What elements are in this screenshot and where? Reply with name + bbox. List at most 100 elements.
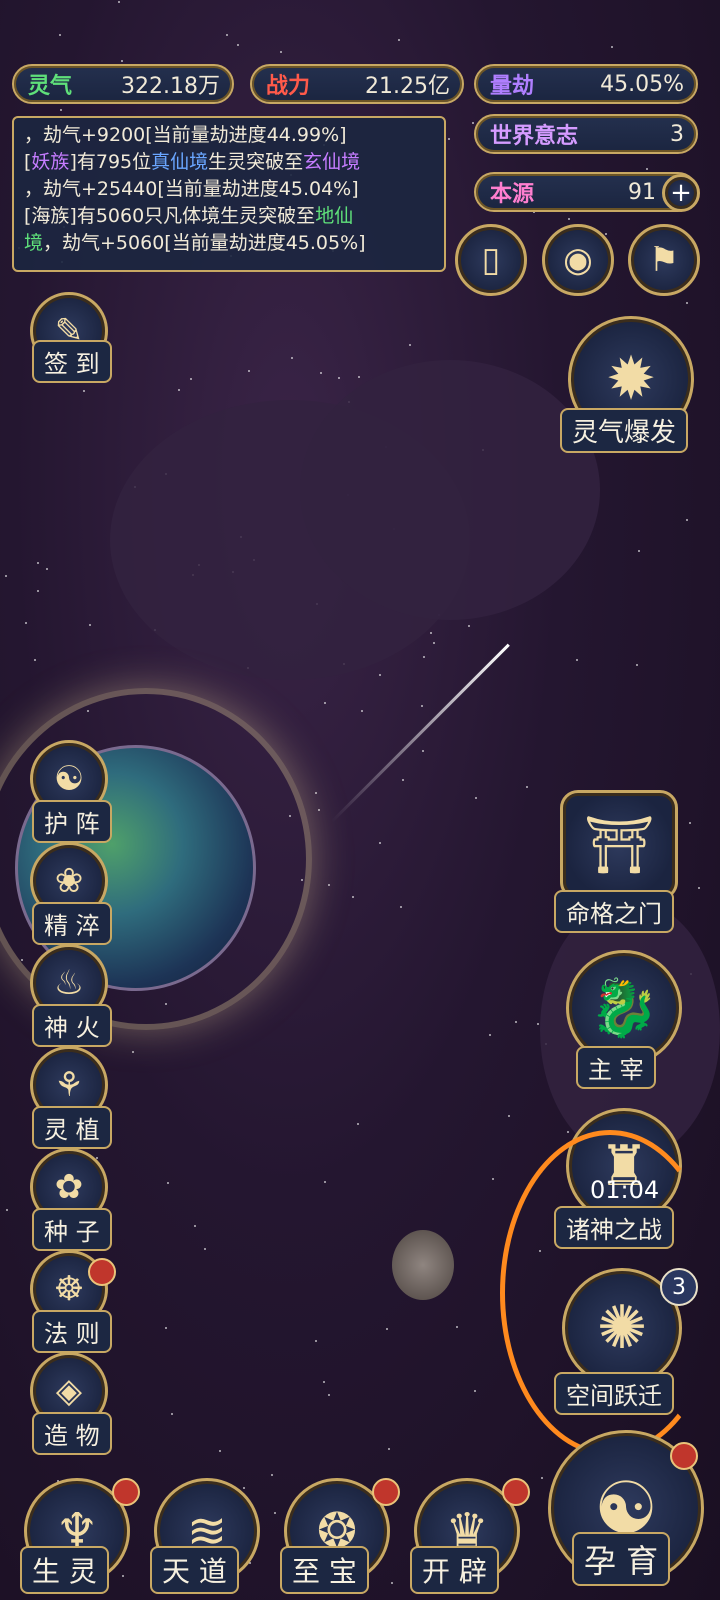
nav-tiandao-label[interactable]: 天 道 bbox=[150, 1546, 239, 1594]
dragon-icon: 🐉 bbox=[589, 976, 659, 1041]
star bbox=[178, 389, 181, 392]
star bbox=[507, 1114, 510, 1117]
star bbox=[319, 371, 322, 374]
flag-button[interactable]: ⚑ bbox=[628, 224, 700, 296]
star bbox=[337, 377, 340, 380]
star bbox=[357, 1123, 360, 1126]
star bbox=[36, 562, 39, 565]
yunyu-badge bbox=[670, 1442, 698, 1470]
star bbox=[171, 1412, 174, 1415]
star bbox=[290, 356, 293, 359]
sun-eye-button[interactable]: ◉ bbox=[542, 224, 614, 296]
star bbox=[165, 1327, 168, 1330]
shijie-label: 世界意志 bbox=[490, 124, 579, 149]
log-text: 生灵突破至 bbox=[208, 151, 304, 173]
plant-icon: ⚘ bbox=[53, 1065, 85, 1105]
law-badge bbox=[88, 1258, 116, 1286]
nav-yunyu-label[interactable]: 孕 育 bbox=[572, 1532, 671, 1586]
gate-label[interactable]: 命格之门 bbox=[554, 890, 674, 933]
star bbox=[122, 1575, 125, 1578]
burst-icon: ✹ bbox=[605, 344, 657, 414]
master-label[interactable]: 主 宰 bbox=[576, 1046, 656, 1089]
log-realm: 玄仙境 bbox=[303, 151, 361, 173]
cloud bbox=[300, 360, 600, 620]
star bbox=[646, 167, 649, 170]
star bbox=[167, 1182, 170, 1185]
lingqi-label: 灵气 bbox=[28, 74, 73, 99]
star bbox=[314, 792, 317, 795]
log-line: 境，劫气+5060[当前量劫进度45.05%] bbox=[24, 230, 434, 257]
star bbox=[46, 568, 49, 571]
seed-label[interactable]: 种 子 bbox=[32, 1208, 112, 1251]
zhanli-stat[interactable]: 战力 21.25亿 bbox=[250, 64, 464, 104]
star bbox=[576, 658, 579, 661]
liangjie-stat[interactable]: 量劫 45.05% bbox=[474, 64, 698, 104]
star bbox=[88, 623, 91, 626]
diamond-icon: ◈ bbox=[55, 1371, 83, 1411]
star bbox=[398, 38, 401, 41]
zhanli-value: 21.25亿 bbox=[365, 74, 450, 99]
log-line: [妖族]有795位真仙境生灵突破至玄仙境 bbox=[24, 149, 434, 176]
star bbox=[59, 109, 62, 112]
lingqi-value: 322.18万 bbox=[121, 74, 220, 99]
star bbox=[58, 33, 61, 36]
shijie-stat[interactable]: 世界意志 3 bbox=[474, 114, 698, 154]
star bbox=[237, 43, 240, 46]
star bbox=[567, 1131, 570, 1134]
star bbox=[318, 809, 321, 812]
refine-label[interactable]: 精 淬 bbox=[32, 902, 112, 945]
law-icon: ☸ bbox=[53, 1269, 85, 1309]
star bbox=[189, 378, 192, 381]
plant-label[interactable]: 灵 植 bbox=[32, 1106, 112, 1149]
star bbox=[685, 519, 688, 522]
flame-icon: ♨ bbox=[53, 963, 85, 1003]
star bbox=[327, 884, 330, 887]
create-label[interactable]: 造 物 bbox=[32, 1412, 112, 1455]
log-realm: 境 bbox=[24, 232, 44, 254]
star bbox=[448, 137, 451, 140]
log-realm: 真仙境 bbox=[151, 151, 209, 173]
shengling-badge bbox=[112, 1478, 140, 1506]
star bbox=[379, 673, 382, 676]
star bbox=[456, 1325, 459, 1328]
star bbox=[378, 842, 381, 845]
star bbox=[475, 797, 478, 800]
star bbox=[323, 702, 326, 705]
star bbox=[271, 1474, 274, 1477]
nav-zhibao-label[interactable]: 至 宝 bbox=[280, 1546, 369, 1594]
gate-button[interactable]: ⛩ bbox=[560, 790, 678, 900]
log-race: 妖族 bbox=[31, 151, 70, 173]
asteroid[interactable] bbox=[392, 1230, 454, 1300]
burst-label[interactable]: 灵气爆发 bbox=[560, 408, 689, 453]
star bbox=[423, 656, 426, 659]
star bbox=[352, 896, 355, 899]
star bbox=[274, 1511, 277, 1514]
guard-label[interactable]: 护 阵 bbox=[32, 800, 112, 843]
log-text: ]有795位 bbox=[69, 151, 152, 173]
star bbox=[567, 218, 570, 221]
star bbox=[132, 1050, 135, 1053]
star bbox=[204, 1248, 207, 1251]
star bbox=[637, 550, 640, 553]
law-label[interactable]: 法 则 bbox=[32, 1310, 112, 1353]
nav-shengling-label[interactable]: 生 灵 bbox=[20, 1546, 109, 1594]
star bbox=[219, 1450, 222, 1453]
star bbox=[605, 232, 608, 235]
star bbox=[34, 658, 37, 661]
lingqi-stat[interactable]: 灵气 322.18万 bbox=[12, 64, 234, 104]
gate-icon: ⛩ bbox=[583, 813, 655, 878]
star bbox=[5, 574, 8, 577]
checkin-label[interactable]: 签 到 bbox=[32, 340, 112, 383]
star bbox=[385, 1327, 388, 1330]
star bbox=[514, 1021, 517, 1024]
scroll-button[interactable]: ▯ bbox=[455, 224, 527, 296]
benyuan-label: 本源 bbox=[490, 182, 535, 207]
fire-label[interactable]: 神 火 bbox=[32, 1004, 112, 1047]
log-text: ，劫气+5060[当前量劫进度45.05%] bbox=[43, 232, 366, 254]
flower-icon: ✿ bbox=[54, 1167, 84, 1207]
highlight-circle bbox=[500, 1130, 720, 1456]
star bbox=[688, 822, 691, 825]
liangjie-value: 45.05% bbox=[600, 71, 684, 97]
nav-kaipi-label[interactable]: 开 辟 bbox=[410, 1546, 499, 1594]
plus-icon[interactable]: + bbox=[662, 174, 700, 212]
